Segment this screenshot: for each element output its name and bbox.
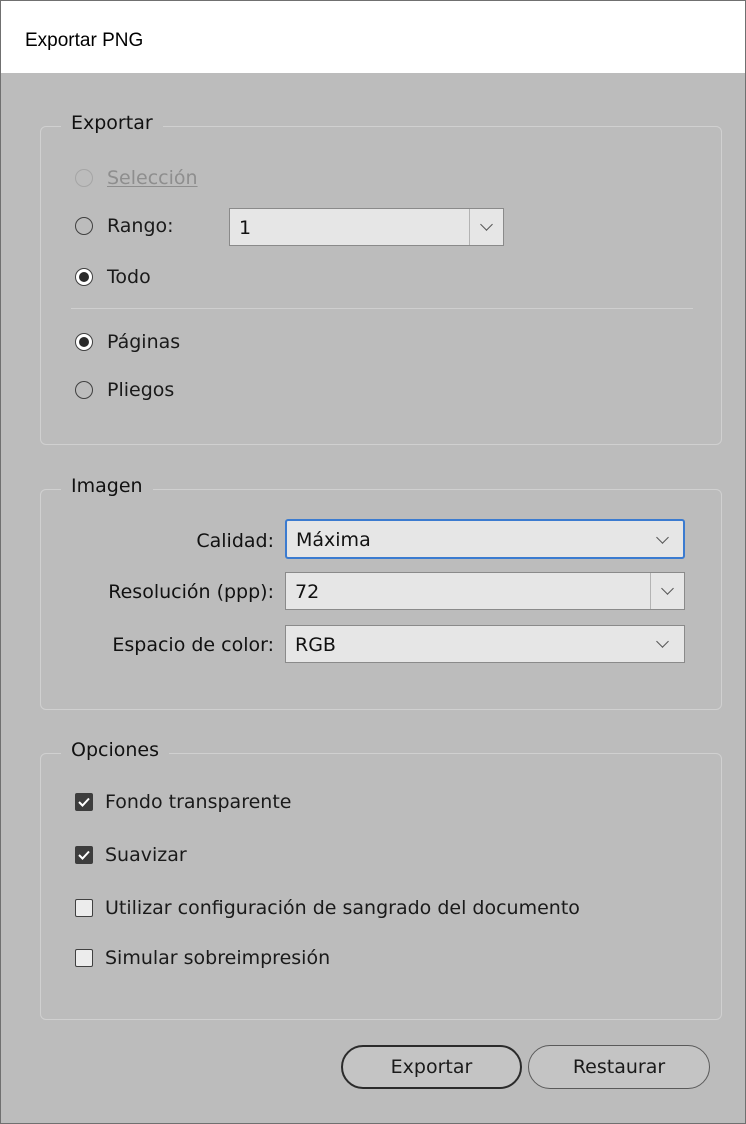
resolucion-value[interactable]: 72	[295, 581, 319, 603]
radio-rango-circle[interactable]	[75, 217, 93, 235]
checkmark-icon	[78, 850, 90, 860]
resolucion-label: Resolución (ppp):	[108, 581, 274, 603]
radio-paginas-circle[interactable]	[75, 333, 93, 351]
radio-seleccion: Selección	[75, 167, 198, 189]
checkbox-fondo-box[interactable]	[75, 793, 93, 811]
calidad-select[interactable]: Máxima	[285, 519, 685, 559]
rango-combobox[interactable]: 1	[229, 208, 504, 246]
checkbox-suavizar-label[interactable]: Suavizar	[105, 844, 187, 866]
export-png-dialog: Exportar PNG Exportar Selección Rango: 1…	[0, 0, 746, 1124]
dialog-title: Exportar PNG	[25, 30, 144, 51]
checkbox-sangrado[interactable]: Utilizar configuración de sangrado del d…	[75, 897, 580, 919]
export-button[interactable]: Exportar	[341, 1045, 522, 1089]
checkbox-sobreimpresion-box[interactable]	[75, 949, 93, 967]
radio-pliegos[interactable]: Pliegos	[75, 379, 174, 401]
image-group-legend: Imagen	[61, 475, 153, 497]
resolucion-combobox[interactable]: 72	[285, 572, 685, 610]
checkbox-sangrado-label[interactable]: Utilizar configuración de sangrado del d…	[105, 897, 580, 919]
checkbox-sobreimpresion-label[interactable]: Simular sobreimpresión	[105, 947, 330, 969]
radio-rango[interactable]: Rango:	[75, 215, 174, 237]
checkbox-fondo-transparente[interactable]: Fondo transparente	[75, 791, 291, 813]
calidad-label: Calidad:	[196, 530, 274, 552]
radio-pliegos-circle[interactable]	[75, 381, 93, 399]
radio-pliegos-label[interactable]: Pliegos	[107, 379, 174, 401]
radio-rango-label[interactable]: Rango:	[107, 215, 174, 237]
checkmark-icon	[78, 797, 90, 807]
radio-todo-circle[interactable]	[75, 268, 93, 286]
options-group-legend: Opciones	[61, 739, 169, 761]
chevron-down-icon	[661, 582, 674, 595]
checkbox-sangrado-box[interactable]	[75, 899, 93, 917]
chevron-down-icon	[480, 218, 493, 231]
export-group-legend: Exportar	[61, 112, 163, 134]
radio-seleccion-circle	[75, 169, 93, 187]
radio-paginas-label[interactable]: Páginas	[107, 331, 180, 353]
checkbox-suavizar-box[interactable]	[75, 846, 93, 864]
rango-value[interactable]: 1	[239, 217, 251, 239]
rango-dropdown-button[interactable]	[469, 209, 503, 245]
calidad-value[interactable]: Máxima	[296, 529, 371, 551]
radio-seleccion-label: Selección	[107, 167, 198, 189]
checkbox-suavizar[interactable]: Suavizar	[75, 844, 187, 866]
chevron-down-icon	[656, 531, 669, 544]
espacio-color-select[interactable]: RGB	[285, 625, 685, 663]
espacio-color-label: Espacio de color:	[112, 634, 274, 656]
radio-seleccion-text: Selección	[107, 167, 198, 189]
espacio-color-value[interactable]: RGB	[295, 634, 336, 656]
resolucion-dropdown-button[interactable]	[650, 573, 684, 609]
reset-button[interactable]: Restaurar	[528, 1045, 710, 1089]
radio-todo-label[interactable]: Todo	[107, 266, 151, 288]
export-separator	[71, 308, 693, 309]
title-bar: Exportar PNG	[1, 1, 745, 73]
radio-paginas[interactable]: Páginas	[75, 331, 180, 353]
chevron-down-icon	[656, 635, 669, 648]
radio-todo[interactable]: Todo	[75, 266, 151, 288]
checkbox-fondo-label[interactable]: Fondo transparente	[105, 791, 291, 813]
checkbox-sobreimpresion[interactable]: Simular sobreimpresión	[75, 947, 330, 969]
